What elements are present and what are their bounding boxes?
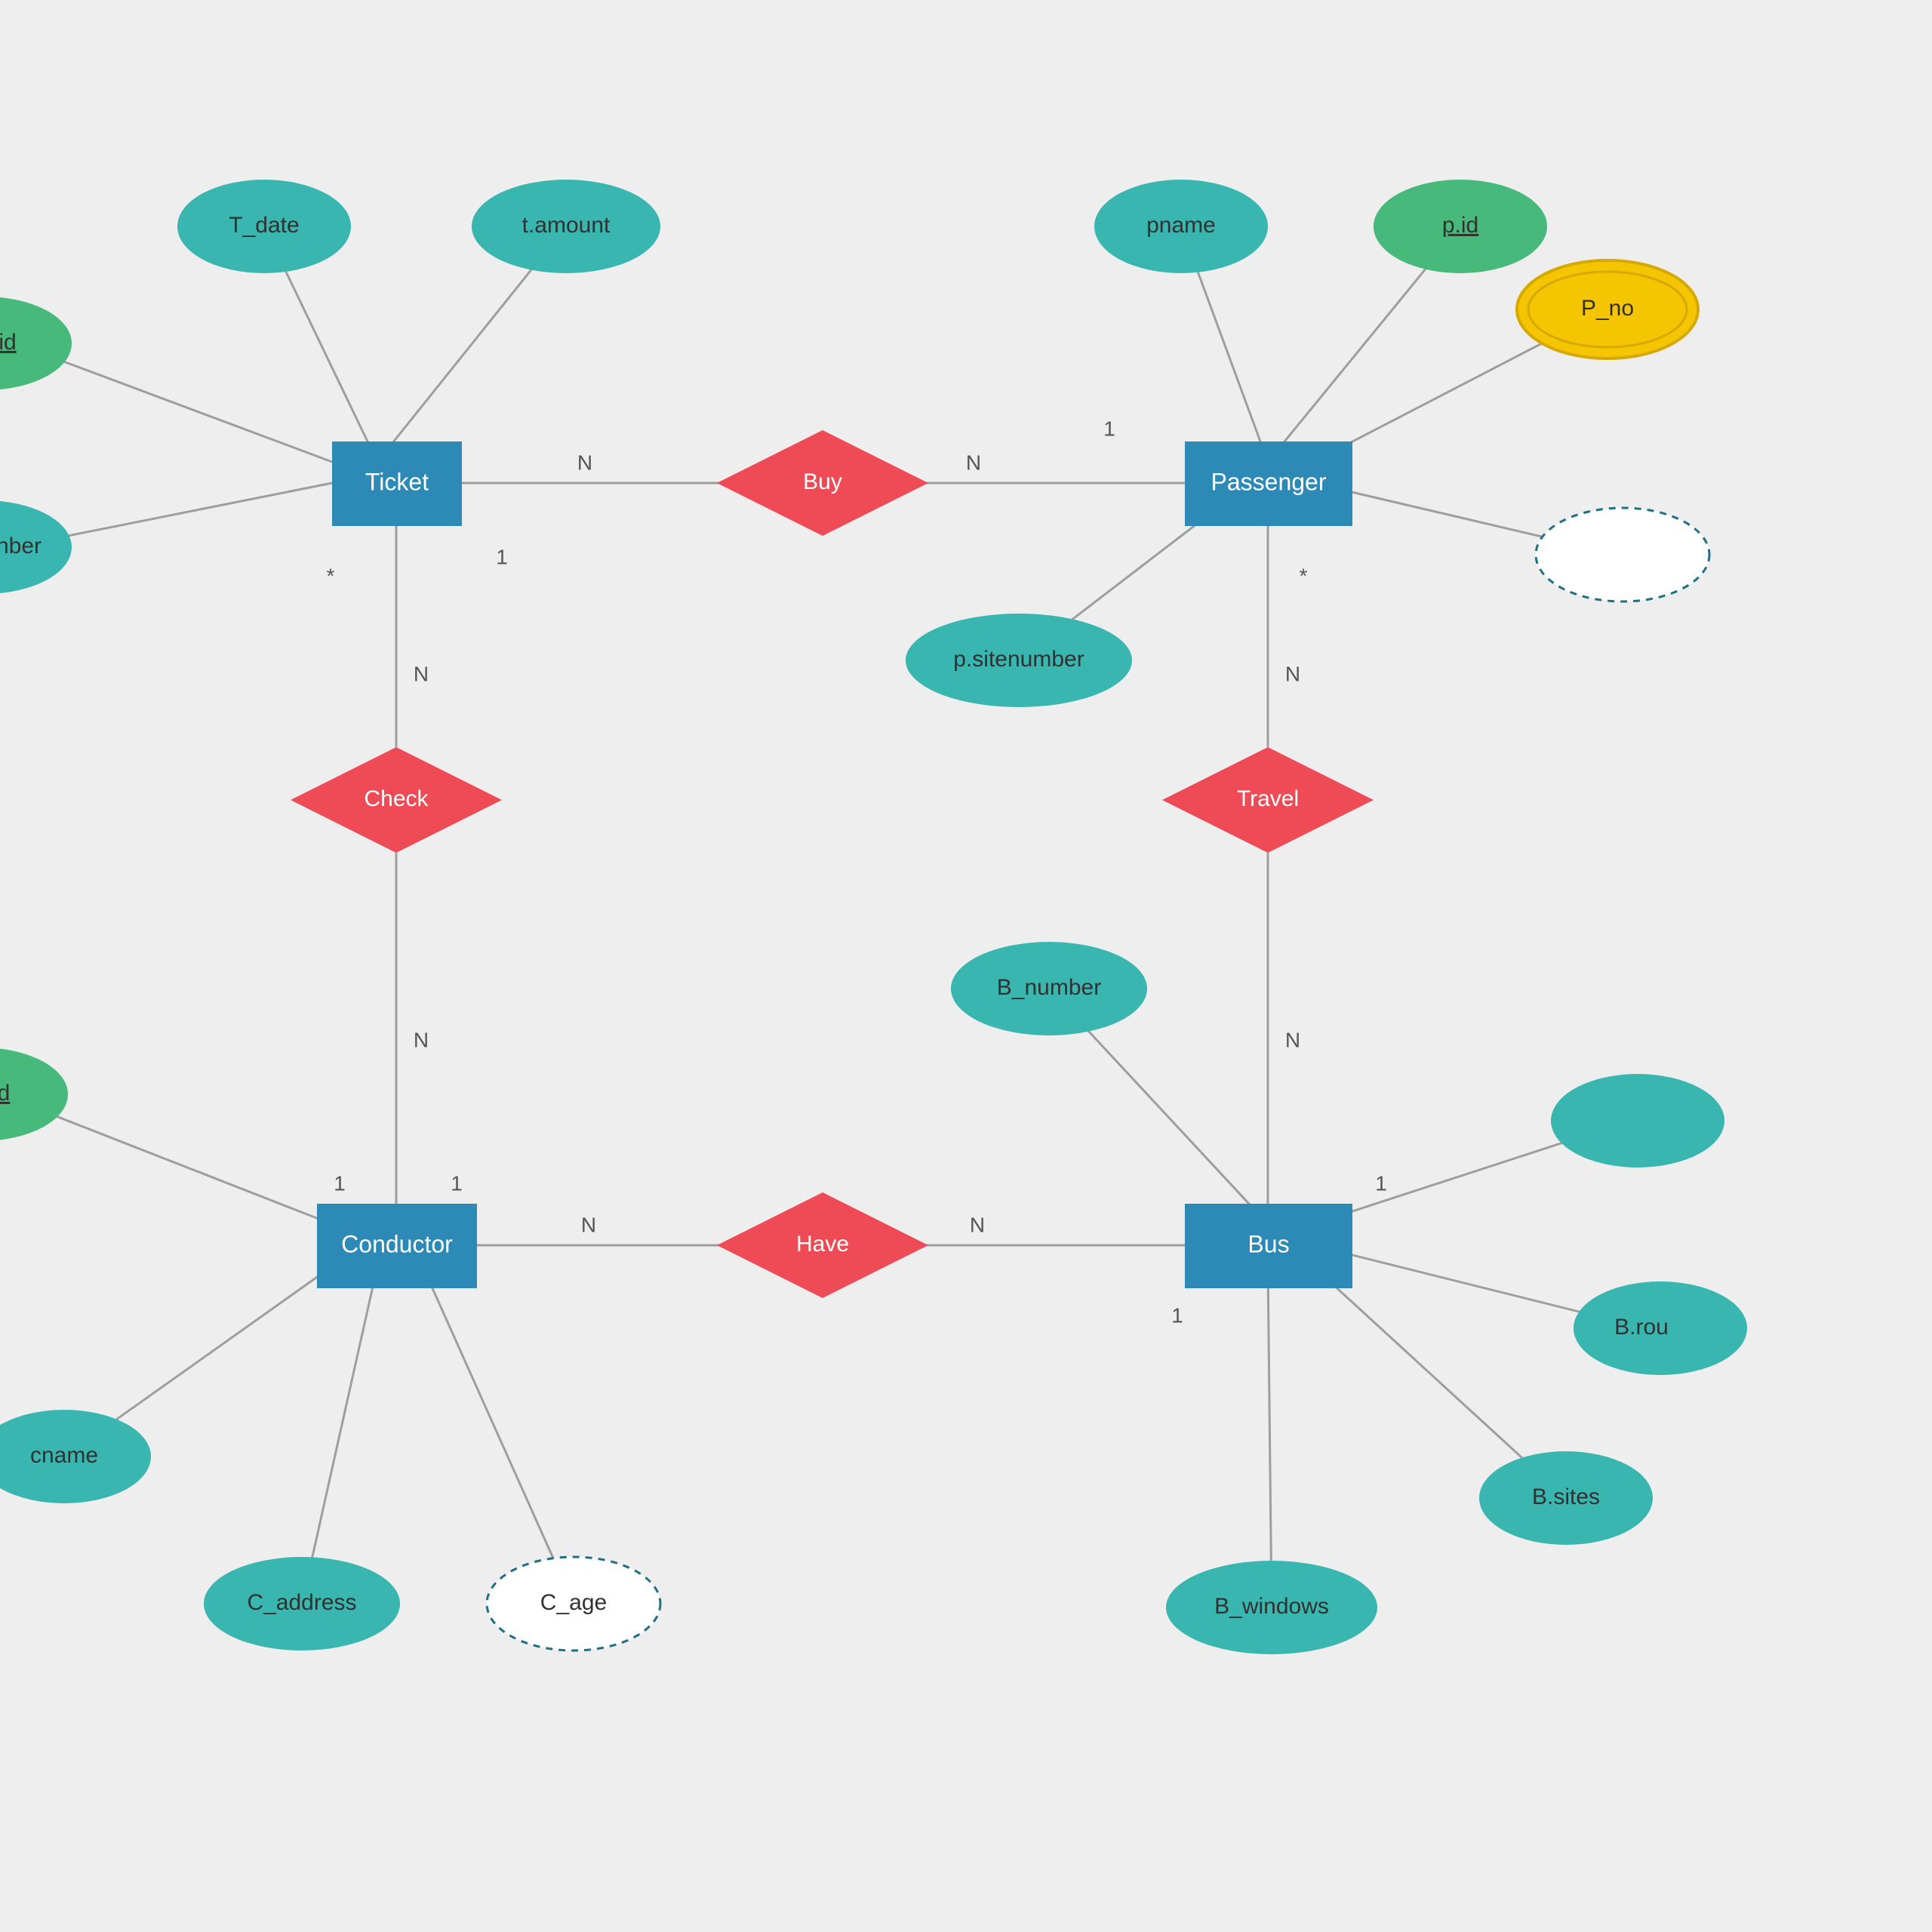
svg-text:p.sitenumber: p.sitenumber	[953, 647, 1084, 672]
attr-t-date: T_date	[177, 180, 351, 273]
svg-text:N: N	[1285, 1028, 1300, 1051]
svg-text:N: N	[970, 1213, 985, 1236]
entity-passenger: Passenger	[1185, 441, 1352, 526]
attr-b-windows: B_windows	[1166, 1561, 1377, 1654]
er-diagram: Buy Check Travel Have Ticket Passenger C…	[0, 0, 1932, 1932]
svg-text:1: 1	[1103, 417, 1115, 440]
svg-text:1: 1	[1171, 1303, 1183, 1327]
svg-text:C_address: C_address	[247, 1590, 356, 1615]
rel-have-label: Have	[796, 1232, 849, 1257]
entity-bus-label: Bus	[1247, 1230, 1289, 1257]
svg-text:C_age: C_age	[540, 1590, 607, 1615]
entity-conductor: Conductor	[317, 1204, 477, 1288]
attr-t-nber: nber	[0, 500, 72, 594]
svg-text:B_number: B_number	[997, 975, 1101, 1000]
attr-t-id: id	[0, 297, 72, 390]
entity-conductor-label: Conductor	[341, 1230, 453, 1257]
svg-text:nber: nber	[0, 534, 42, 558]
attr-p-derived	[1536, 508, 1709, 601]
svg-text:*: *	[327, 564, 335, 587]
svg-text:B_windows: B_windows	[1214, 1594, 1329, 1619]
relationship-travel: Travel	[1162, 747, 1374, 853]
attr-b-route: B.rou	[1574, 1281, 1747, 1375]
svg-text:1: 1	[496, 545, 508, 568]
svg-text:1: 1	[1375, 1171, 1387, 1195]
attr-p-sitenumber: p.sitenumber	[906, 614, 1132, 707]
attr-t-amount: t.amount	[472, 180, 660, 273]
rel-travel-label: Travel	[1237, 786, 1299, 811]
svg-text:t.amount: t.amount	[522, 213, 611, 238]
svg-text:pname: pname	[1146, 213, 1216, 238]
attr-p-id: p.id	[1374, 180, 1547, 273]
entity-ticket: Ticket	[332, 441, 462, 526]
attr-c-address: C_address	[204, 1557, 400, 1651]
attr-pname: pname	[1094, 180, 1268, 273]
svg-text:N: N	[414, 662, 429, 685]
svg-text:cname: cname	[30, 1443, 98, 1468]
rel-buy-label: Buy	[803, 469, 842, 494]
svg-text:N: N	[1285, 662, 1300, 685]
attr-c-age: C_age	[487, 1557, 660, 1651]
svg-text:N: N	[966, 451, 981, 474]
attr-c-name: cname	[0, 1410, 151, 1503]
attr-b-attr1	[1551, 1074, 1724, 1168]
svg-text:1: 1	[334, 1171, 346, 1195]
attr-b-sites: B.sites	[1479, 1451, 1653, 1545]
svg-text:P_no: P_no	[1581, 296, 1634, 321]
cardinalities: N N 1 1 * * N N N N 1 1 N N 1 1	[327, 417, 1387, 1327]
svg-text:d: d	[0, 1081, 10, 1106]
entity-passenger-label: Passenger	[1211, 468, 1327, 495]
rel-check-label: Check	[364, 786, 429, 811]
svg-text:N: N	[577, 451, 592, 474]
attr-p-no: P_no	[1517, 260, 1698, 358]
entity-bus: Bus	[1185, 1204, 1352, 1288]
svg-text:N: N	[414, 1028, 429, 1051]
relationship-buy: Buy	[717, 430, 928, 536]
relationship-check: Check	[291, 747, 502, 853]
relationship-have: Have	[717, 1192, 928, 1298]
svg-text:1: 1	[451, 1171, 463, 1195]
svg-text:B.sites: B.sites	[1532, 1484, 1600, 1509]
svg-text:B.rou: B.rou	[1614, 1315, 1669, 1340]
svg-text:*: *	[1300, 564, 1308, 587]
entity-ticket-label: Ticket	[365, 468, 429, 495]
svg-text:p.id: p.id	[1442, 213, 1478, 238]
svg-text:T_date: T_date	[229, 213, 299, 238]
svg-text:N: N	[581, 1213, 596, 1236]
svg-text:id: id	[0, 330, 17, 355]
attr-c-id: d	[0, 1048, 68, 1141]
attr-b-number: B_number	[951, 942, 1147, 1035]
